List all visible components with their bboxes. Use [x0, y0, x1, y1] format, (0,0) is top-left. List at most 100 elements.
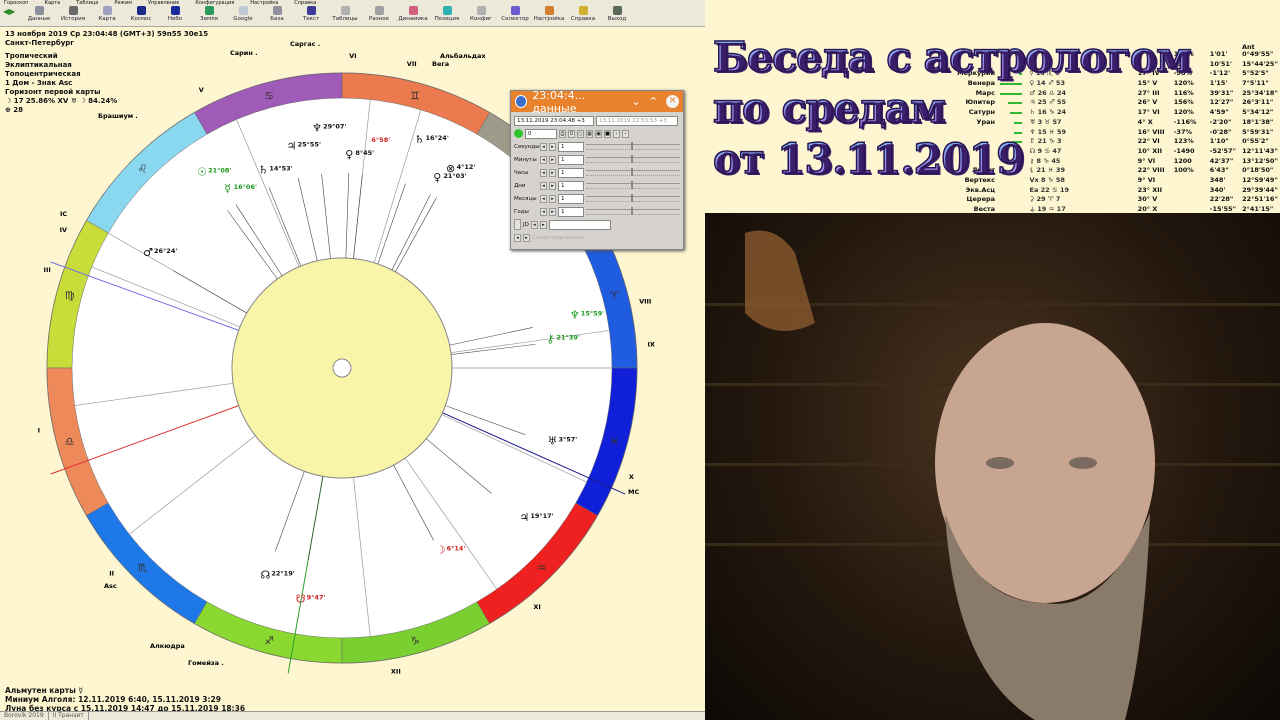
jd-toggle[interactable] — [514, 219, 521, 230]
planet-glyph[interactable]: ♂ — [143, 246, 153, 259]
toolbar-button[interactable]: База — [260, 5, 294, 22]
toolbar-button[interactable]: Настройка — [532, 5, 566, 22]
planet-glyph[interactable]: ⚷ — [546, 332, 554, 345]
nav-arrows-icon[interactable]: ◀▶ — [3, 7, 15, 16]
jd-field[interactable] — [548, 219, 611, 230]
window-icon[interactable]: ▣ — [595, 129, 602, 138]
step-decrement[interactable]: ◂ — [540, 168, 547, 177]
planet-glyph[interactable]: ☉ — [197, 165, 207, 178]
planet-glyph[interactable]: ♀ — [345, 148, 353, 161]
reference-date-field[interactable]: 13.11.2019 22:53:53 +3 — [596, 115, 678, 126]
current-date-field[interactable]: 13.11.2019 23:04:48 +3 — [514, 115, 594, 126]
zodiac-glyph: ♎ — [65, 435, 75, 448]
jd-next[interactable]: ▸ — [539, 220, 547, 229]
planet-glyph[interactable]: ♃ — [287, 140, 297, 153]
toolbar-button[interactable]: Динамика — [396, 5, 430, 22]
step-value[interactable]: 1 — [558, 141, 584, 152]
jd-prev[interactable]: ◂ — [530, 220, 538, 229]
toolbar-button[interactable]: Карта — [90, 5, 124, 22]
step-slider[interactable] — [586, 141, 680, 150]
print-icon[interactable]: ⎙ — [559, 129, 566, 138]
close-icon[interactable]: ✕ — [666, 95, 679, 108]
step-value[interactable]: 1 — [558, 193, 584, 204]
step-slider[interactable] — [586, 180, 680, 189]
step-decrement[interactable]: ◂ — [540, 207, 547, 216]
step-slider[interactable] — [586, 167, 680, 176]
toolbar-button[interactable]: Данные — [22, 5, 56, 22]
toolbar-button[interactable]: Конфиг — [464, 5, 498, 22]
step-increment[interactable]: ▸ — [549, 207, 556, 216]
planet-position: Ea 22 ♋ 19 — [1029, 185, 1070, 194]
step-slider[interactable] — [586, 206, 680, 215]
step-increment[interactable]: ▸ — [549, 194, 556, 203]
step-decrement[interactable]: ◂ — [540, 181, 547, 190]
planet-declination: 12°59'49" — [1242, 175, 1278, 184]
counter-field[interactable]: 0 — [525, 128, 557, 139]
toolbar-icon — [34, 6, 44, 15]
planet-glyph[interactable]: ♄ — [415, 133, 425, 146]
house-number: VII — [407, 60, 417, 68]
toolbar-button[interactable]: Выход — [600, 5, 634, 22]
toolbar-button[interactable]: Текст — [294, 5, 328, 22]
planet-house: 30° V — [1137, 195, 1158, 204]
step-slider[interactable] — [586, 193, 680, 202]
toolbar-icon — [102, 6, 112, 15]
toolbar-button[interactable]: Земля — [192, 5, 226, 22]
dialog-titlebar[interactable]: 23:04:4... данные ⌄ ⌃ ✕ — [511, 89, 683, 115]
toolbar-button[interactable]: Селектор — [498, 5, 532, 22]
fixed-star-label: Гомейза . — [188, 659, 224, 667]
run-indicator-icon[interactable] — [514, 129, 523, 138]
step-decrement[interactable]: ◂ — [540, 155, 547, 164]
toolbar-button[interactable]: Небо — [158, 5, 192, 22]
toolbar-button[interactable]: Разное — [362, 5, 396, 22]
prev-button[interactable]: ‹ — [613, 129, 620, 138]
planet-degree: 29°07' — [323, 122, 346, 130]
step-increment[interactable]: ▸ — [549, 155, 556, 164]
step-value[interactable]: 1 — [558, 206, 584, 217]
almuten: Альмутен карты ☿ — [5, 686, 84, 695]
fixed-star-label: Алкюдра — [150, 642, 185, 650]
planet-glyph[interactable]: ♆ — [570, 309, 580, 322]
step-increment[interactable]: ▸ — [549, 142, 556, 151]
toolbar-icon — [238, 6, 248, 15]
calendar-icon[interactable]: ▦ — [586, 129, 593, 138]
step-increment[interactable]: ▸ — [549, 168, 556, 177]
zodiac-glyph: ♈ — [609, 289, 619, 302]
toolbar-button[interactable]: Космос — [124, 5, 158, 22]
step-slider[interactable] — [586, 154, 680, 163]
step-decrement[interactable]: ◂ — [540, 142, 547, 151]
syn-prev[interactable]: ◂ — [514, 233, 521, 242]
toolbar-button[interactable]: Позиция — [430, 5, 464, 22]
circle-button[interactable]: ○ — [577, 129, 584, 138]
planet-glyph[interactable]: ☿ — [224, 182, 231, 195]
toolbar-button[interactable]: Таблицы — [328, 5, 362, 22]
planet-glyph[interactable]: ♅ — [548, 435, 558, 448]
status-mode[interactable]: II Транзит — [49, 712, 89, 720]
planet-glyph[interactable]: ☊ — [260, 568, 270, 581]
planet-glyph[interactable]: ☽ — [436, 543, 446, 556]
toolbar-button[interactable]: Google — [226, 5, 260, 22]
step-value[interactable]: 1 — [558, 154, 584, 165]
toolbar-label: Google — [233, 16, 253, 22]
planet-glyph[interactable]: ♆ — [312, 121, 322, 134]
planet-glyph[interactable]: ♄ — [258, 163, 268, 176]
step-value[interactable]: 1 — [558, 180, 584, 191]
toolbar-button[interactable]: История — [56, 5, 90, 22]
step-increment[interactable]: ▸ — [549, 181, 556, 190]
step-value[interactable]: 1 — [558, 167, 584, 178]
expand-icon[interactable]: ⌃ — [649, 95, 658, 108]
planet-glyph[interactable]: ⊗ — [446, 162, 455, 175]
time-step-dialog[interactable]: 23:04:4... данные ⌄ ⌃ ✕ 13.11.2019 23:04… — [510, 89, 684, 250]
toolbar-button[interactable]: Справка — [566, 5, 600, 22]
syn-next[interactable]: ▸ — [523, 233, 530, 242]
planet-glyph[interactable]: ♃ — [519, 511, 529, 524]
step-decrement[interactable]: ◂ — [540, 194, 547, 203]
planet-declination: 5°52'5" — [1242, 69, 1269, 78]
collapse-icon[interactable]: ⌄ — [632, 95, 641, 108]
planet-glyph[interactable]: ☋ — [296, 592, 306, 605]
zero-button[interactable]: 0 — [568, 129, 575, 138]
next-button[interactable]: › — [622, 129, 629, 138]
toolbar-label: Динамика — [398, 16, 428, 22]
planet-glyph[interactable]: ♀ — [433, 171, 441, 184]
save-icon[interactable]: ■ — [604, 129, 611, 138]
